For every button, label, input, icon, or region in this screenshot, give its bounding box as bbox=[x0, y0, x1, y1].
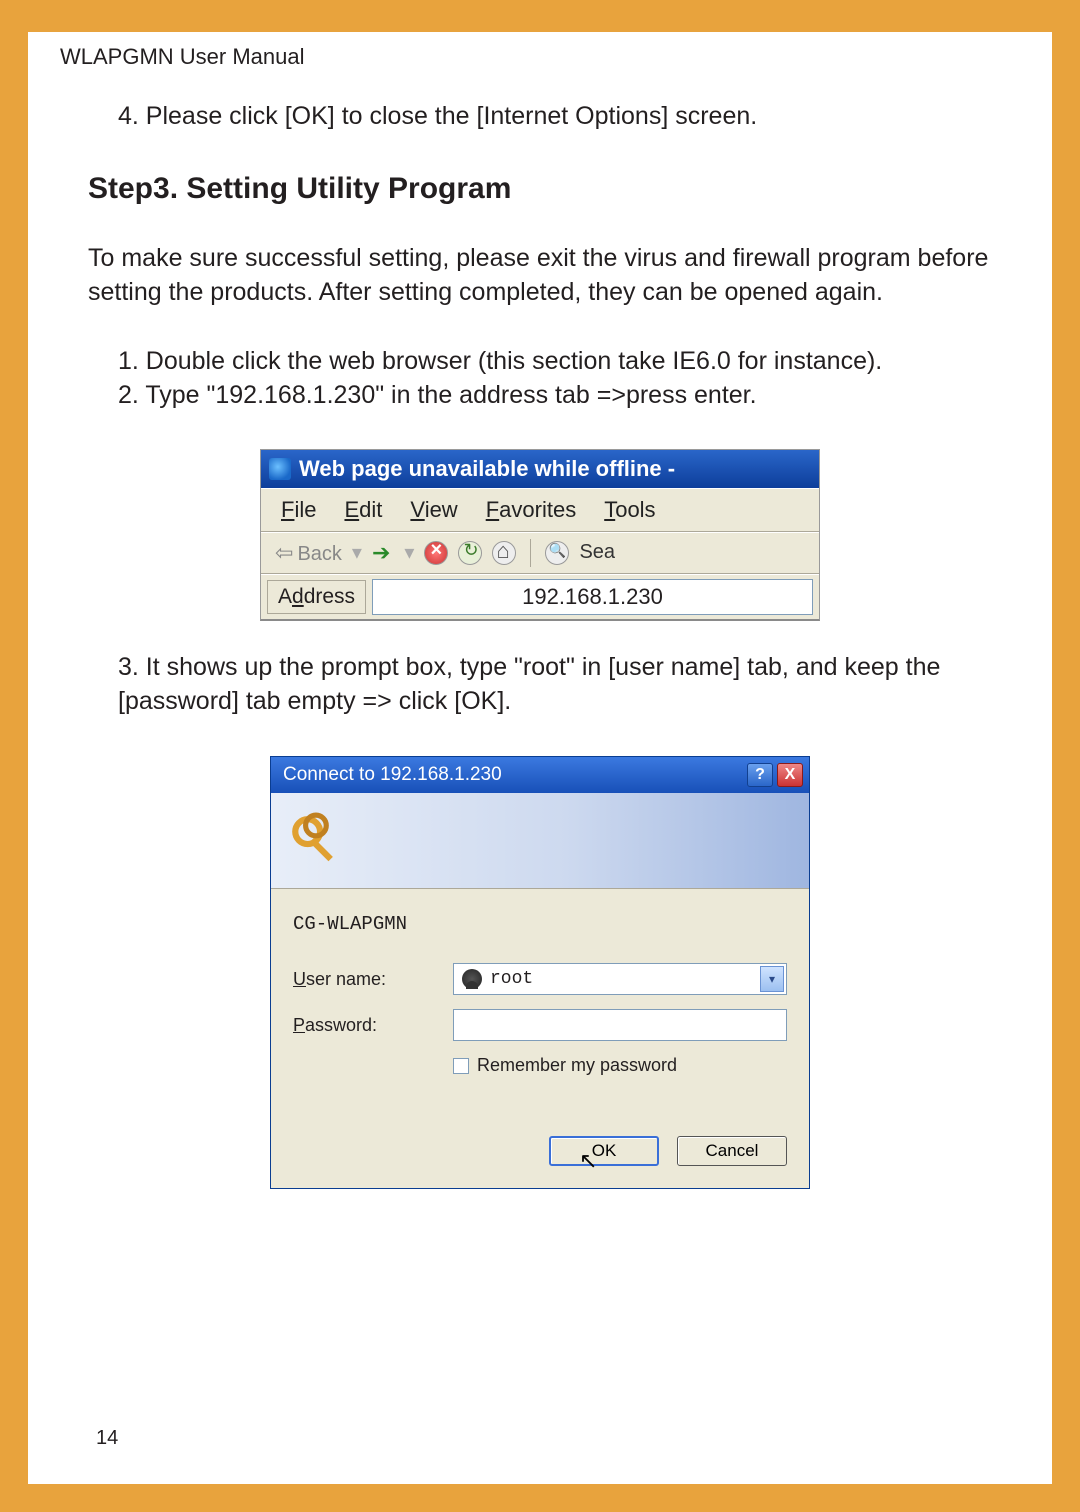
home-icon[interactable] bbox=[492, 541, 516, 565]
manual-page: WLAPGMN User Manual 4. Please click [OK]… bbox=[28, 28, 1052, 1484]
user-icon bbox=[462, 969, 482, 989]
intro-paragraph: To make sure successful setting, please … bbox=[88, 242, 992, 310]
close-button[interactable]: X bbox=[777, 763, 803, 787]
forward-button[interactable] bbox=[372, 540, 394, 566]
page-number: 14 bbox=[96, 1427, 118, 1450]
remember-label: Remember my password bbox=[477, 1055, 677, 1076]
ie-title-text: Web page unavailable while offline - bbox=[299, 456, 675, 482]
ie-menubar: File Edit View Favorites Tools bbox=[261, 488, 819, 532]
menu-view[interactable]: View bbox=[410, 497, 457, 523]
ok-button[interactable]: OK bbox=[549, 1136, 659, 1166]
menu-favorites[interactable]: Favorites bbox=[486, 497, 577, 523]
dialog-titlebar: Connect to 192.168.1.230 ? X bbox=[271, 757, 809, 793]
refresh-icon[interactable] bbox=[458, 541, 482, 565]
step3-heading: Step3. Setting Utility Program bbox=[88, 172, 992, 206]
chevron-down-icon[interactable]: ▾ bbox=[760, 966, 784, 992]
list-item-1: 1. Double click the web browser (this se… bbox=[118, 345, 992, 379]
ie6-screenshot: Web page unavailable while offline - Fil… bbox=[260, 449, 820, 621]
address-input[interactable]: 192.168.1.230 bbox=[372, 579, 813, 615]
ie-titlebar: Web page unavailable while offline - bbox=[261, 450, 819, 488]
menu-file[interactable]: File bbox=[281, 497, 316, 523]
step-4-text: 4. Please click [OK] to close the [Inter… bbox=[118, 100, 992, 134]
menu-edit[interactable]: Edit bbox=[344, 497, 382, 523]
menu-tools[interactable]: Tools bbox=[604, 497, 655, 523]
ie-address-bar: Address 192.168.1.230 bbox=[261, 574, 819, 619]
page-header: WLAPGMN User Manual bbox=[60, 44, 992, 70]
search-label[interactable]: Sea bbox=[579, 541, 615, 564]
ie-toolbar: Back ▾ ▾ Sea bbox=[261, 532, 819, 574]
cancel-button[interactable]: Cancel bbox=[677, 1136, 787, 1166]
ie-logo-icon bbox=[269, 458, 291, 480]
username-input[interactable]: root ▾ bbox=[453, 963, 787, 995]
realm-label: CG-WLAPGMN bbox=[293, 913, 787, 935]
password-input[interactable] bbox=[453, 1009, 787, 1041]
username-label: User name: bbox=[293, 969, 453, 990]
dialog-title: Connect to 192.168.1.230 bbox=[283, 764, 502, 786]
auth-dialog: Connect to 192.168.1.230 ? X CG-WLAPGMN … bbox=[270, 756, 810, 1189]
dialog-banner bbox=[271, 793, 809, 889]
address-label: Address bbox=[267, 580, 366, 614]
keys-icon bbox=[287, 811, 349, 873]
remember-checkbox[interactable] bbox=[453, 1058, 469, 1074]
search-icon[interactable] bbox=[545, 541, 569, 565]
password-label: Password: bbox=[293, 1015, 453, 1036]
help-button[interactable]: ? bbox=[747, 763, 773, 787]
back-button[interactable]: Back bbox=[275, 540, 342, 566]
stop-icon[interactable] bbox=[424, 541, 448, 565]
list-item-2: 2. Type "192.168.1.230" in the address t… bbox=[118, 379, 992, 413]
list-item-3: 3. It shows up the prompt box, type "roo… bbox=[118, 651, 992, 719]
